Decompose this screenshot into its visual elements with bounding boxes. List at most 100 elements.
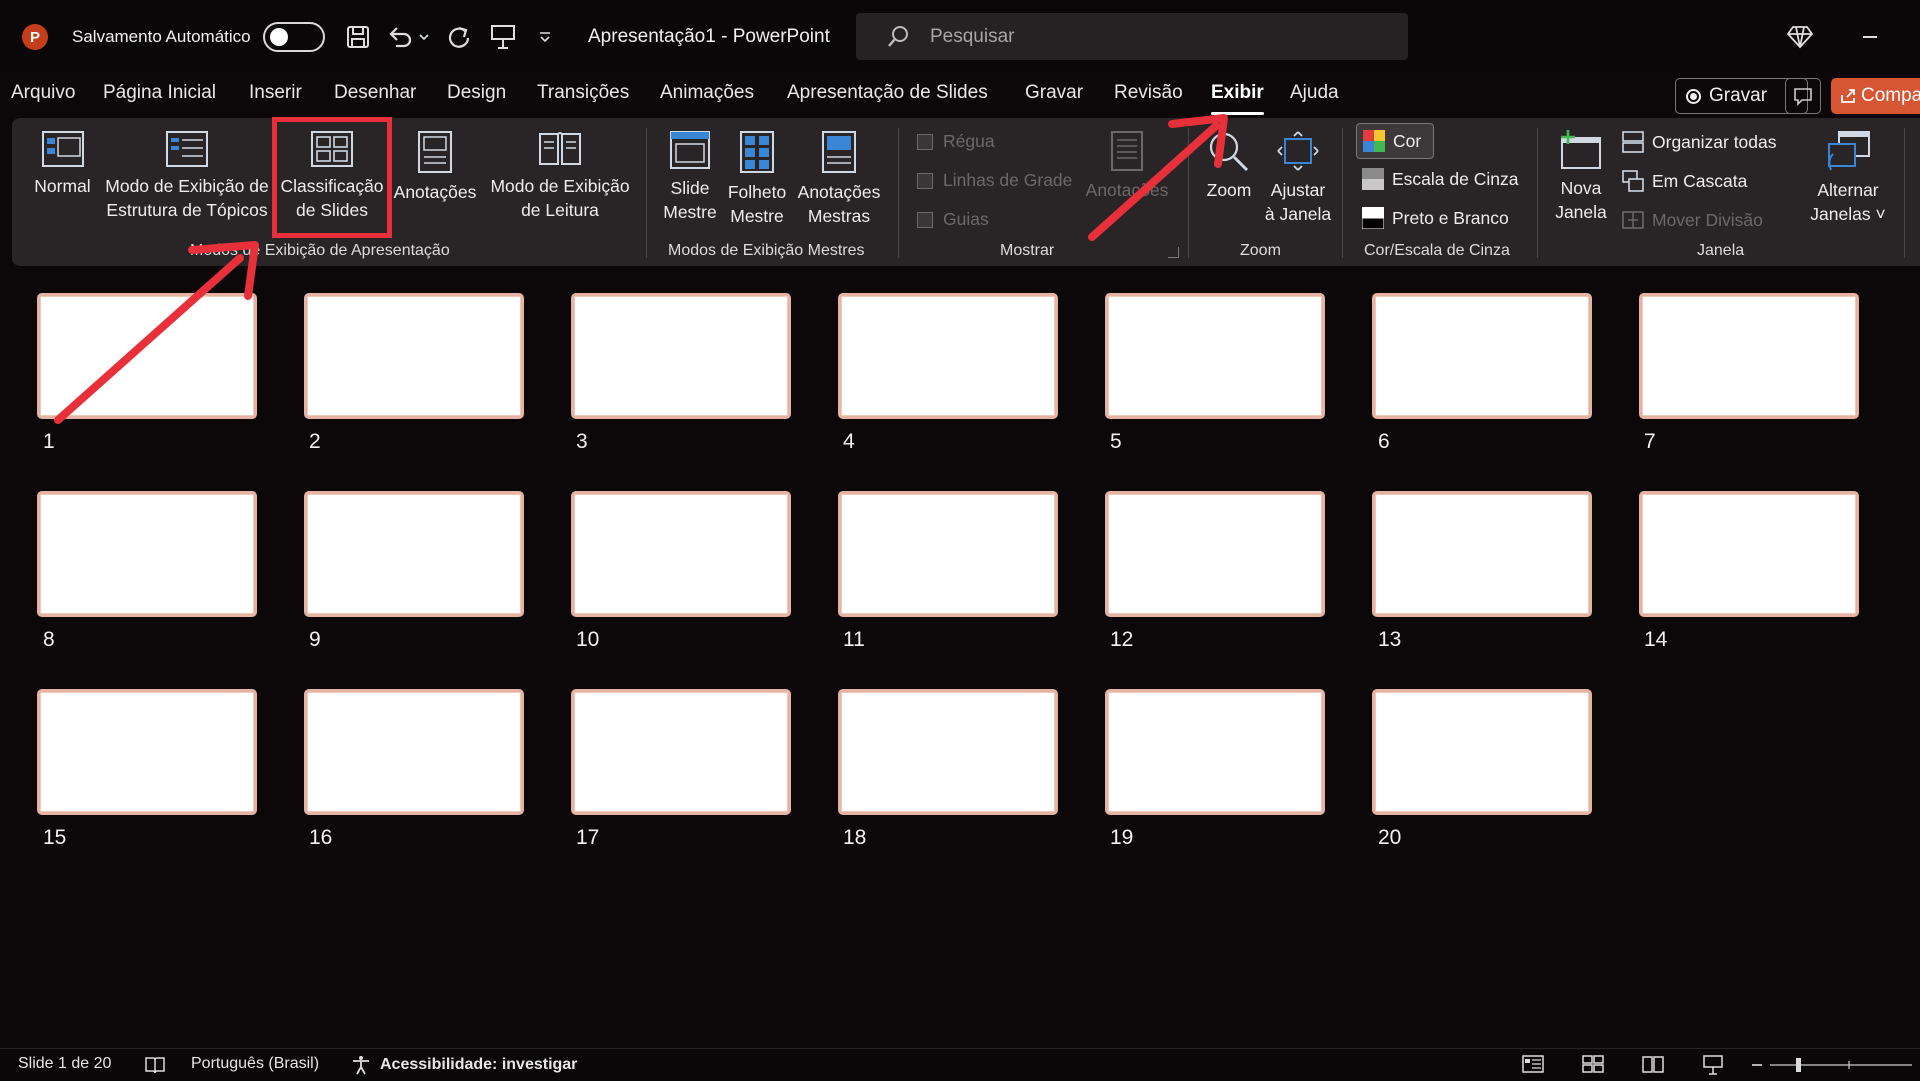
slide-thumbnail[interactable] [37,689,257,815]
slide-thumbnail[interactable] [1639,491,1859,617]
powerpoint-logo-icon: P [22,0,48,74]
tab-ajuda[interactable]: Ajuda [1290,82,1339,104]
tab-desenhar[interactable]: Desenhar [334,82,416,104]
show-dialog-launcher-icon[interactable] [1168,247,1179,258]
ruler-checkbox[interactable]: Régua [917,131,995,152]
slide-sorter-status-icon[interactable] [1582,1055,1604,1073]
guides-checkbox[interactable]: Guias [917,209,989,230]
notes-page-label: Anotações [393,182,477,202]
slide-number: 3 [576,430,588,453]
slide-thumbnail[interactable] [1105,689,1325,815]
tab-pagina-inicial[interactable]: Página Inicial [103,82,216,104]
slide-thumbnail[interactable] [37,293,257,419]
zoom-button[interactable]: Zoom [1198,130,1260,202]
slide-thumbnail[interactable] [838,689,1058,815]
new-window-button[interactable]: Nova Janela [1548,130,1614,224]
status-bar: Slide 1 de 20 Português (Brasil) Acessib… [0,1048,1920,1081]
normal-view-button[interactable]: Normal [30,130,95,198]
move-split-button[interactable]: Mover Divisão [1622,209,1763,231]
tab-animacoes[interactable]: Animações [660,82,754,104]
tab-revisao[interactable]: Revisão [1114,82,1183,104]
slide-counter: Slide 1 de 20 [18,1055,112,1072]
arrange-all-button[interactable]: Organizar todas [1622,131,1777,153]
slide-thumbnail[interactable] [838,293,1058,419]
record-label: Gravar [1709,85,1768,106]
reading-view-icon [539,132,581,165]
tab-apresentacao-de-slides[interactable]: Apresentação de Slides [787,82,988,104]
cascade-button[interactable]: Em Cascata [1622,170,1747,192]
reading-view-button[interactable]: Modo de Exibição de Leitura [485,130,635,222]
handout-master-button[interactable]: Folheto Mestre [722,130,792,228]
notes-toggle-button[interactable]: Anotações [1082,130,1172,202]
arrange-all-label: Organizar todas [1652,131,1777,152]
language-status[interactable]: Português (Brasil) [191,1055,319,1073]
slide-thumbnail[interactable] [304,293,524,419]
search-icon [886,25,910,54]
notes-master-button[interactable]: Anotações Mestras [794,130,884,228]
slide-thumbnail[interactable] [1105,293,1325,419]
comments-button[interactable] [1785,78,1821,114]
minimize-icon[interactable] [1856,0,1886,74]
black-white-label: Preto e Branco [1392,207,1509,228]
present-from-start-icon[interactable] [488,0,518,74]
notes-master-icon [822,131,856,173]
slide-number: 17 [576,826,600,849]
slide-thumbnail[interactable] [571,293,791,419]
switch-windows-label-line1: Alternar [1817,180,1879,200]
slide-thumbnail[interactable] [1372,293,1592,419]
checkbox-icon [917,211,933,228]
tab-gravar[interactable]: Gravar [1025,82,1083,104]
diamond-icon[interactable] [1785,0,1815,74]
notes-page-button[interactable]: Anotações [392,130,478,204]
switch-windows-button[interactable]: Alternar Janelas ˅ [1808,130,1888,226]
slide-thumbnail[interactable] [304,689,524,815]
tab-transicoes[interactable]: Transições [537,82,629,104]
zoom-slider[interactable] [1752,1055,1920,1075]
grayscale-button[interactable]: Escala de Cinza [1362,168,1518,190]
reading-view-status-icon[interactable] [1642,1055,1664,1073]
normal-view-status-icon[interactable] [1522,1055,1544,1073]
accessibility-status[interactable]: Acessibilidade: investigar [350,1055,577,1075]
slide-thumbnail[interactable] [838,491,1058,617]
redo-icon[interactable] [444,0,474,74]
slide-number: 14 [1644,628,1668,651]
tab-arquivo[interactable]: Arquivo [11,82,75,104]
black-white-button[interactable]: Preto e Branco [1362,207,1509,229]
accessibility-label: Acessibilidade: investigar [380,1056,578,1073]
fit-to-window-label-line1: Ajustar [1270,180,1326,200]
slide-thumbnail[interactable] [37,491,257,617]
black-white-icon [1362,207,1384,229]
slideshow-status-icon[interactable] [1702,1055,1724,1075]
notes-master-label-line2: Mestras [807,206,871,226]
share-button[interactable]: Compa [1831,78,1920,114]
ruler-label: Régua [943,131,995,151]
checkbox-icon [917,133,933,150]
slide-master-button[interactable]: Slide Mestre [660,130,720,224]
group-label-master-views: Modos de Exibição Mestres [668,242,865,259]
customize-qat-icon[interactable] [530,0,560,74]
autosave-toggle[interactable] [263,0,325,74]
slide-thumbnail[interactable] [1639,293,1859,419]
fit-to-window-button[interactable]: Ajustar à Janela [1262,130,1334,226]
handout-master-icon [740,131,774,173]
save-icon[interactable] [343,0,373,74]
slide-thumbnail[interactable] [1372,491,1592,617]
slide-thumbnail[interactable] [304,491,524,617]
undo-dropdown-icon[interactable] [414,0,434,74]
slide-thumbnail[interactable] [1372,689,1592,815]
slide-number: 18 [843,826,867,849]
slide-thumbnail[interactable] [1105,491,1325,617]
slide-thumbnail[interactable] [571,689,791,815]
slide-thumbnail[interactable] [571,491,791,617]
gridlines-checkbox[interactable]: Linhas de Grade [917,170,1072,191]
search-box[interactable]: Pesquisar [856,13,1408,60]
color-button[interactable]: Cor [1356,123,1434,159]
tab-exibir[interactable]: Exibir [1211,82,1264,115]
slide-number: 4 [843,430,855,453]
spelling-check-icon[interactable] [144,1055,166,1075]
tab-design[interactable]: Design [447,82,506,104]
tab-inserir[interactable]: Inserir [249,82,302,104]
zoom-label: Zoom [1206,180,1252,200]
outline-view-button[interactable]: Modo de Exibição de Estrutura de Tópicos [102,130,272,222]
undo-icon[interactable] [385,0,415,74]
